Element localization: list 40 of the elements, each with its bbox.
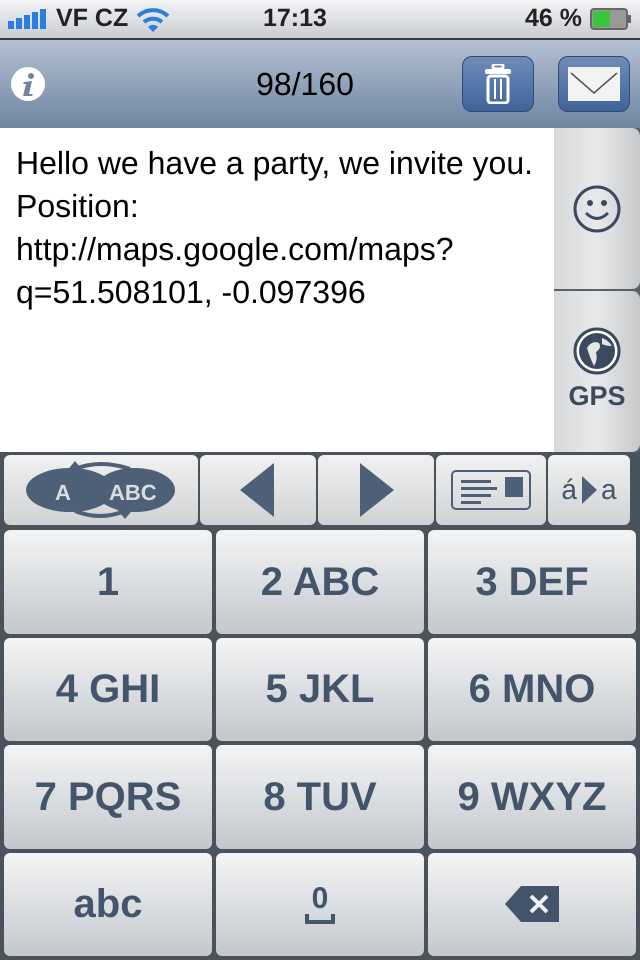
battery-icon <box>590 8 632 30</box>
gps-button[interactable]: GPS <box>554 291 640 452</box>
info-icon[interactable] <box>10 66 46 102</box>
keypad-key[interactable]: 7 PQRS <box>4 745 212 848</box>
contact-card-button[interactable] <box>436 455 546 525</box>
envelope-icon <box>568 67 620 101</box>
send-button[interactable] <box>558 56 630 112</box>
globe-icon <box>572 326 622 376</box>
keypad-key[interactable]: 5 JKL <box>216 638 424 741</box>
character-counter: 98/160 <box>255 65 355 104</box>
space-key[interactable]: 0 <box>216 852 424 956</box>
battery-percent: 46 % <box>525 3 582 34</box>
keypad-key[interactable]: 9 WXYZ <box>428 745 636 848</box>
emoji-button[interactable] <box>554 128 640 289</box>
next-button[interactable] <box>318 455 434 525</box>
abc-key[interactable]: abc <box>4 852 212 956</box>
clock-time: 17:13 <box>263 3 327 34</box>
case-toggle-button[interactable]: A ABC <box>4 455 198 525</box>
keypad-key[interactable]: 6 MNO <box>428 638 636 741</box>
right-triangle-icon <box>358 463 394 517</box>
keypad-key[interactable]: 2 ABC <box>216 530 424 634</box>
keypad-key[interactable]: 4 GHI <box>4 638 212 741</box>
wifi-icon <box>136 6 170 32</box>
previous-button[interactable] <box>200 455 316 525</box>
carrier-name: VF CZ <box>56 3 128 34</box>
contact-card-icon <box>451 470 531 510</box>
message-text[interactable]: Hello we have a party, we invite you. Position: http://maps.google.com/maps? q=51.508101, -0.097396 <box>0 128 554 452</box>
space-icon <box>305 914 335 924</box>
left-triangle-icon <box>240 463 276 517</box>
keypad-key[interactable]: 3 DEF <box>428 530 636 634</box>
signal-icon <box>8 9 48 29</box>
backspace-key[interactable] <box>428 852 636 956</box>
delete-button[interactable] <box>462 56 534 112</box>
smiley-icon <box>572 184 622 234</box>
trash-icon <box>485 64 511 104</box>
backspace-icon <box>505 886 559 922</box>
right-triangle-icon <box>581 476 597 504</box>
keypad-key[interactable]: 1 <box>4 530 212 634</box>
accent-strip-button[interactable]: á a <box>548 455 630 525</box>
keypad-key[interactable]: 8 TUV <box>216 745 424 848</box>
